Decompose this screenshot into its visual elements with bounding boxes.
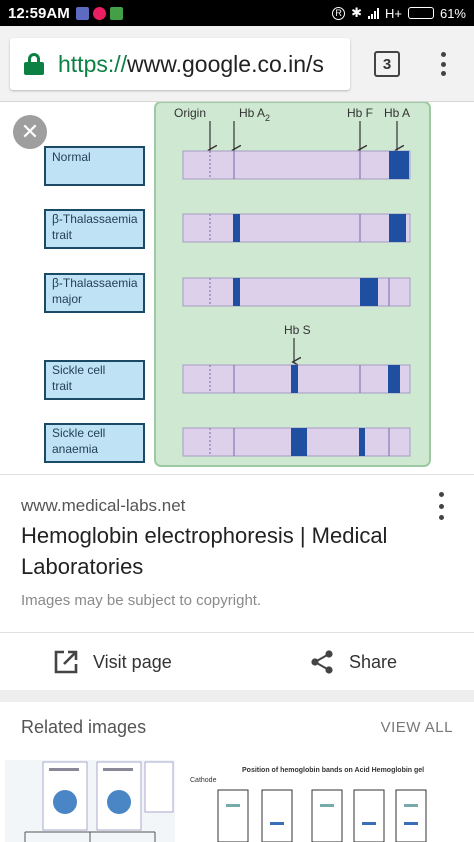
result-source[interactable]: www.medical-labs.net — [21, 496, 185, 516]
battery-percent: 61% — [439, 5, 466, 21]
section-separator — [0, 690, 474, 702]
view-all-button[interactable]: VIEW ALL — [381, 719, 453, 736]
visit-page-label: Visit page — [93, 651, 172, 672]
url-bar[interactable]: https://www.google.co.in/s — [10, 38, 350, 90]
svg-text:β-Thalassaemia: β-Thalassaemia — [52, 276, 138, 290]
lane-thal-major-hbf-band — [360, 278, 378, 306]
copyright-notice: Images may be subject to copyright. — [21, 592, 262, 609]
url-text: https://www.google.co.in/s — [58, 51, 324, 78]
svg-text:Position of hemoglobin bands o: Position of hemoglobin bands on Acid Hem… — [242, 767, 424, 774]
image-viewer[interactable]: Origin Hb A2 Hb F Hb A Hb S Normal β-Tha… — [0, 102, 474, 474]
tab-switcher-button[interactable]: 3 — [374, 51, 400, 77]
lane-sickle-trait-hba-band — [388, 365, 400, 393]
svg-text:β-Thalassaemia: β-Thalassaemia — [52, 212, 138, 226]
signal-icon — [367, 7, 379, 19]
hba-label: Hb A — [384, 106, 410, 120]
svg-text:Sickle cell: Sickle cell — [52, 426, 105, 440]
status-bar: 12:59AM R ✱ H+ 61% — [0, 0, 474, 26]
sample-label-thal-major: β-Thalassaemia major — [44, 273, 145, 313]
lane-thal-trait — [182, 213, 411, 243]
sample-label-normal: Normal — [44, 146, 145, 186]
lane-normal-hba-band — [389, 151, 409, 179]
origin-label: Origin — [174, 106, 206, 120]
lock-icon — [24, 53, 44, 75]
share-icon — [311, 650, 333, 674]
visit-page-button[interactable]: Visit page — [53, 640, 172, 684]
actions-divider — [0, 632, 474, 633]
svg-text:anaemia: anaemia — [52, 442, 98, 456]
image-divider — [0, 474, 474, 475]
svg-text:major: major — [52, 292, 82, 306]
share-button[interactable]: Share — [309, 640, 397, 684]
family-inheritance-thumbnail — [24, 761, 174, 842]
lane-thal-major-hba2-band — [233, 278, 240, 306]
svg-text:trait: trait — [52, 228, 73, 242]
result-title[interactable]: Hemoglobin electrophoresis | Medical Lab… — [21, 520, 421, 582]
lane-thal-trait-hba-band — [389, 214, 406, 242]
svg-text:Normal: Normal — [52, 150, 91, 164]
pinterest-notification-icon — [92, 6, 106, 20]
url-host: www.google.co.in/s — [127, 50, 324, 77]
gallery-notification-icon — [75, 6, 89, 20]
registered-icon: R — [332, 6, 346, 20]
related-thumbnail-2[interactable]: Position of hemoglobin bands on Acid Hem… — [182, 760, 472, 842]
status-time: 12:59AM — [8, 4, 70, 22]
lane-normal — [182, 150, 411, 180]
hbs-label: Hb S — [284, 323, 311, 337]
lane-thal-trait-hba2-band — [233, 214, 240, 242]
lane-sickle-trait-hbs-band — [291, 365, 298, 393]
battery-icon — [407, 7, 434, 19]
url-scheme: https:// — [58, 50, 128, 77]
open-external-icon — [54, 650, 78, 674]
sample-label-thal-trait: β-Thalassaemia trait — [44, 209, 145, 249]
related-images-heading: Related images — [21, 717, 147, 737]
close-image-button[interactable]: ✕ — [13, 115, 47, 149]
close-icon: ✕ — [20, 119, 40, 144]
bluetooth-icon: ✱ — [351, 5, 362, 20]
electrophoresis-diagram: Origin Hb A2 Hb F Hb A Hb S Normal β-Tha… — [44, 102, 431, 467]
share-label: Share — [349, 651, 398, 672]
more-options-icon[interactable] — [436, 492, 446, 520]
lane-sickle-anaemia-hbf-band — [359, 428, 365, 456]
sample-label-sickle-trait: Sickle cell trait — [44, 360, 145, 400]
related-thumbnail-1[interactable] — [5, 760, 175, 842]
network-type: H+ — [384, 5, 402, 21]
hbf-label: Hb F — [347, 106, 373, 120]
lane-sickle-anaemia-hbs-band — [291, 428, 307, 456]
acid-gel-thumbnail: Position of hemoglobin bands on Acid Hem… — [190, 767, 427, 842]
download-notification-icon — [109, 6, 123, 20]
browser-toolbar: https://www.google.co.in/s 3 — [0, 26, 474, 102]
browser-menu-icon[interactable] — [436, 52, 450, 76]
sample-label-sickle-anaemia: Sickle cell anaemia — [44, 423, 145, 463]
svg-text:Cathode: Cathode — [190, 777, 217, 784]
svg-text:trait: trait — [52, 379, 73, 393]
svg-text:Sickle cell: Sickle cell — [52, 363, 105, 377]
